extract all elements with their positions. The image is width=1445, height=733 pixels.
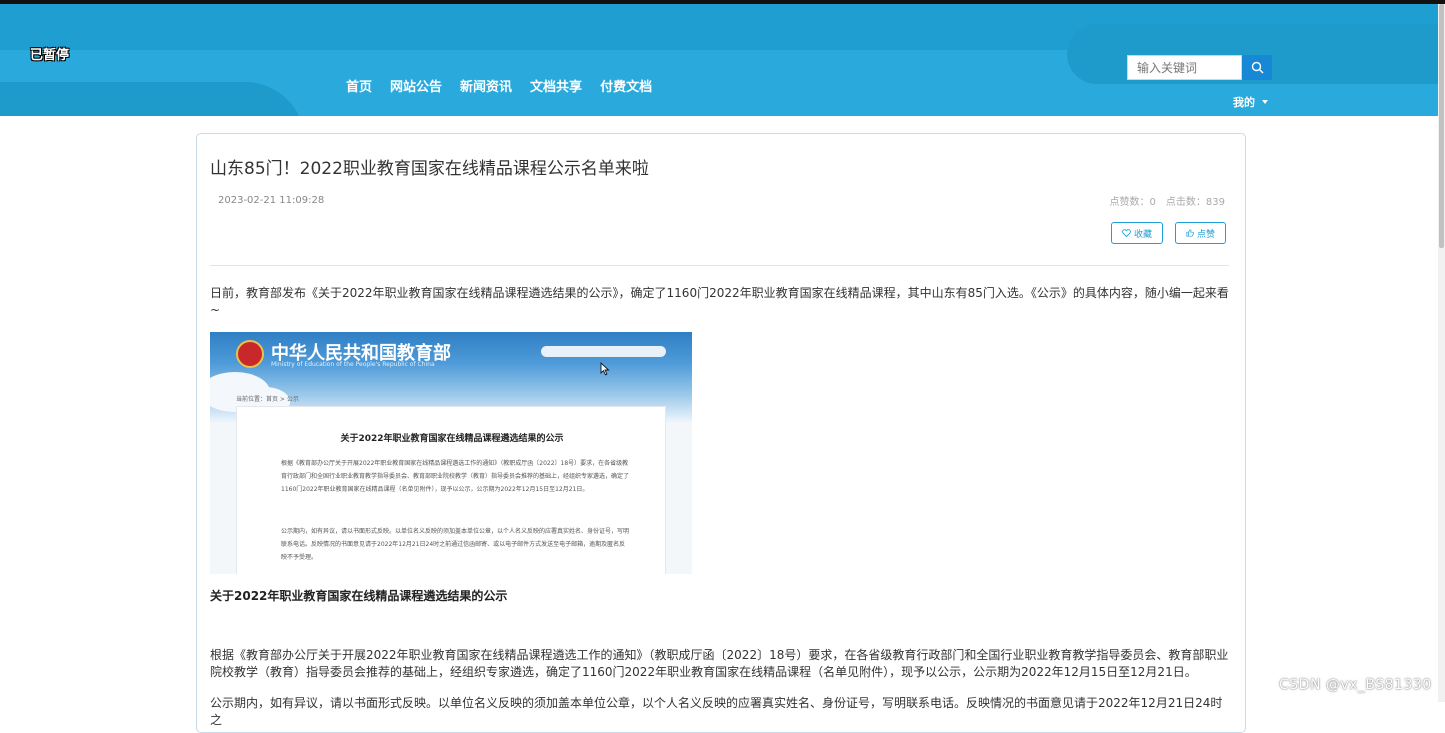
favorite-button[interactable]: 收藏 bbox=[1110, 222, 1163, 244]
search-bar bbox=[1127, 55, 1272, 80]
paused-overlay-label: 已暂停 bbox=[30, 48, 70, 63]
header-decor-left bbox=[0, 82, 305, 116]
user-menu[interactable]: 我的 bbox=[1233, 94, 1268, 110]
nav-item-home[interactable]: 首页 bbox=[346, 76, 372, 95]
nav-item-paid-documents[interactable]: 付费文档 bbox=[600, 76, 652, 95]
article-date: 2023-02-21 11:09:28 bbox=[218, 195, 325, 206]
nav-item-announcements[interactable]: 网站公告 bbox=[390, 76, 442, 95]
image-document-para1: 根据《教育部办公厅关于开展2022年职业教育国家在线精品课程遴选工作的通知》（教… bbox=[281, 460, 630, 493]
like-button[interactable]: 点赞 bbox=[1174, 222, 1226, 244]
heart-icon bbox=[1122, 229, 1131, 237]
article-paragraph-2: 根据《教育部办公厅关于开展2022年职业教育国家在线精品课程遴选工作的通知》（教… bbox=[210, 648, 1229, 679]
image-document-para2: 公示期内，如有异议，请以书面形式反映。以单位名义反映的须加盖本单位公章，以个人名… bbox=[281, 528, 630, 561]
national-emblem-icon bbox=[236, 340, 264, 368]
section-heading: 关于2022年职业教育国家在线精品课程遴选结果的公示 bbox=[210, 589, 508, 603]
scrollbar-thumb[interactable] bbox=[1439, 4, 1444, 248]
favorite-label: 收藏 bbox=[1133, 229, 1152, 240]
caret-down-icon bbox=[1262, 100, 1268, 104]
click-count: 点击数：839 bbox=[1165, 197, 1225, 208]
csdn-watermark: CSDN @vx_BS81330 bbox=[1279, 677, 1432, 693]
image-breadcrumb: 当前位置：首页 > 公示 bbox=[236, 396, 299, 403]
thumbs-up-icon bbox=[1186, 229, 1194, 237]
user-menu-label: 我的 bbox=[1233, 96, 1255, 109]
article-actions: 收藏 点赞 bbox=[1110, 222, 1226, 244]
nav-item-document-sharing[interactable]: 文档共享 bbox=[530, 76, 582, 95]
image-ministry-name-en: Ministry of Education of the People's Re… bbox=[271, 361, 435, 368]
search-icon bbox=[1251, 61, 1263, 74]
article-title: 山东85门！2022职业教育国家在线精品课程公示名单来啦 bbox=[210, 159, 649, 179]
like-count: 点赞数：0 bbox=[1109, 197, 1156, 208]
main-nav: 首页 网站公告 新闻资讯 文档共享 付费文档 bbox=[346, 76, 670, 95]
image-search-box bbox=[541, 346, 666, 357]
article-intro: 日前，教育部发布《关于2022年职业教育国家在线精品课程遴选结果的公示》，确定了… bbox=[210, 286, 1229, 317]
article-stats: 点赞数：0 点击数：839 bbox=[1110, 193, 1225, 208]
search-input[interactable] bbox=[1127, 55, 1242, 80]
page-scrollbar[interactable] bbox=[1438, 4, 1445, 702]
nav-item-news[interactable]: 新闻资讯 bbox=[460, 76, 512, 95]
title-divider bbox=[210, 265, 1229, 266]
article-paragraph-3: 公示期内，如有异议，请以书面形式反映。以单位名义反映的须加盖本单位公章，以个人名… bbox=[210, 696, 1223, 727]
image-document: 关于2022年职业教育国家在线精品课程遴选结果的公示 根据《教育部办公厅关于开展… bbox=[236, 406, 666, 574]
search-button[interactable] bbox=[1242, 55, 1272, 80]
image-document-title: 关于2022年职业教育国家在线精品课程遴选结果的公示 bbox=[340, 434, 564, 444]
article-image: 中华人民共和国教育部 Ministry of Education of the … bbox=[210, 332, 692, 574]
like-label: 点赞 bbox=[1196, 229, 1215, 240]
article-card: 山东85门！2022职业教育国家在线精品课程公示名单来啦 2023-02-21 … bbox=[196, 133, 1246, 733]
mouse-cursor-icon bbox=[600, 362, 610, 376]
